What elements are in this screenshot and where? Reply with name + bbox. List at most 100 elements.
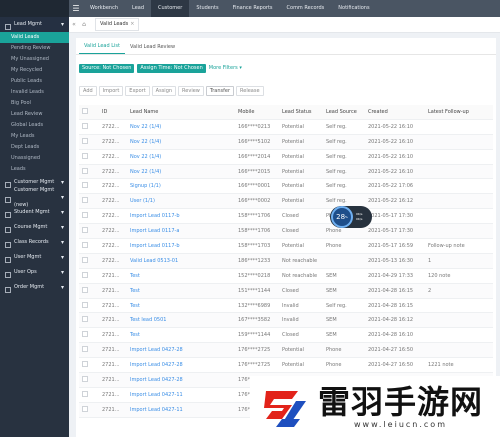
sidebar-section-5[interactable]: Class Records ▾ [0,235,69,250]
tab-valid-leads[interactable]: Valid Leads × [95,18,140,31]
table-cell[interactable]: Import Lead 0117-b [127,238,235,254]
table-cell-text[interactable]: Test lead 0501 [130,317,166,323]
table-row[interactable]: 2722... Nov 22 (1/4) 166****0213 Potential S… [79,119,493,135]
table-row[interactable]: 2722... Valid Lead 0513-01 186****1233 Not … [79,253,493,269]
table-cell[interactable]: Import Lead 0427-28 [127,357,235,374]
table-row[interactable]: 2722... Nov 22 (1/4) 166****2015 Potential S… [79,164,493,180]
table-row[interactable]: 2722... User (1/1) 166****0002 Potential Sel… [79,193,493,210]
table-cell-text[interactable]: Import Lead 0427-11 [130,407,183,413]
table-cell[interactable]: Import Lead 0427-28 [127,342,235,359]
sidebar-item-0-3[interactable]: My Recycled [0,65,69,76]
row-checkbox[interactable] [82,405,88,412]
sidebar-section-0[interactable]: Lead Mgmt ▾ [0,17,69,32]
row-checkbox[interactable] [82,197,88,204]
row-checkbox[interactable] [82,361,88,368]
table-cell-text[interactable]: Nov 22 (1/4) [130,154,161,160]
topnav-item-0[interactable]: Workbench [83,0,125,17]
subtab-valid-list[interactable]: Valid Lead List [79,43,125,54]
home-icon[interactable]: ⌂ [79,21,89,28]
table-cell-text[interactable]: Valid Lead 0513-01 [130,258,178,264]
sidebar-item-0-12[interactable]: Leads [0,164,69,175]
table-cell-text[interactable]: Nov 22 (1/4) [130,139,161,145]
table-cell-text[interactable]: Import Lead 0427-11 [130,392,183,398]
filter-chip-assign-time[interactable]: Assign Time: Not Chosen [137,63,206,73]
table-cell[interactable]: Import Lead 0427-11 [127,402,235,418]
sidebar-section-3[interactable]: Student Mgmt ▾ [0,205,69,220]
table-cell[interactable]: Import Lead 0427-11 [127,387,235,403]
filter-chip-source[interactable]: Source: Not Chosen [79,63,135,73]
sidebar-item-0-2[interactable]: My Unassigned [0,54,69,65]
row-checkbox[interactable] [82,227,88,234]
table-cell-text[interactable]: Test [130,303,140,309]
table-row[interactable]: 2721... Test lead 0501 167****3582 Invalid S… [79,312,493,329]
table-row[interactable]: 2721... Test 132****6989 Invalid Self reg. 20… [79,298,493,314]
sidebar-item-0-6[interactable]: Big Pool [0,98,69,109]
sidebar-item-0-1[interactable]: Pending Review [0,43,69,54]
table-cell-text[interactable]: User (1/1) [130,198,155,204]
speed-widget[interactable]: 28% 0K/s 0K/s [330,206,372,228]
table-cell-text[interactable]: Test [130,288,140,294]
row-checkbox[interactable] [82,346,88,353]
row-checkbox[interactable] [82,375,88,382]
table-row[interactable]: 2721... Test 159****1144 Closed SEM 2021-04-2… [79,327,493,344]
table-cell-text[interactable]: Test [130,273,140,279]
row-checkbox[interactable] [82,390,88,397]
sidebar-item-0-0[interactable]: Valid Leads [0,32,69,43]
select-all-checkbox[interactable] [82,107,88,114]
table-cell[interactable]: Nov 22 (1/4) [127,134,235,150]
table-row[interactable]: 2722... Import Lead 0117-a 158****1706 Clos… [79,223,493,240]
row-checkbox[interactable] [82,122,88,129]
sidebar-section-8[interactable]: Order Mgmt ▾ [0,280,69,295]
tab-prev-icon[interactable]: « [69,21,79,28]
topnav-item-2[interactable]: Customer [151,0,190,17]
sidebar-item-0-5[interactable]: Invalid Leads [0,87,69,98]
tab-close-icon[interactable]: × [130,19,134,30]
table-cell-text[interactable]: Test [130,332,140,338]
table-row[interactable]: 2722... Signup (1/1) 166****0001 Potential S… [79,178,493,195]
topnav-item-4[interactable]: Finance Reports [226,0,280,17]
more-filters-link[interactable]: More Filters ▾ [209,65,242,71]
sidebar-item-0-10[interactable]: Dept Leads [0,142,69,153]
sidebar-section-7[interactable]: User Ops ▾ [0,265,69,280]
action-button-0[interactable]: Add [79,86,97,96]
sidebar-section-6[interactable]: User Mgmt ▾ [0,250,69,265]
table-cell-text[interactable]: Import Lead 0117-a [130,228,179,234]
topnav-item-3[interactable]: Students [189,0,225,17]
table-cell-text[interactable]: Import Lead 0427-28 [130,362,183,368]
table-cell[interactable]: Nov 22 (1/4) [127,119,235,135]
row-checkbox[interactable] [82,331,88,338]
menu-toggle-icon[interactable]: ☰ [69,4,83,13]
action-button-5[interactable]: Transfer [205,86,234,96]
table-cell-text[interactable]: Signup (1/1) [130,183,161,189]
table-cell[interactable]: Test [127,283,235,299]
sidebar-item-0-7[interactable]: Lead Review [0,109,69,120]
row-checkbox[interactable] [82,256,88,263]
sidebar-section-2[interactable]: Customer Mgmt (new) ▾ [0,187,69,208]
sidebar-item-0-8[interactable]: Global Leads [0,120,69,131]
table-cell[interactable]: Test [127,298,235,314]
topnav-item-1[interactable]: Lead [125,0,151,17]
table-cell-text[interactable]: Nov 22 (1/4) [130,169,161,175]
table-cell[interactable]: Nov 22 (1/4) [127,149,235,165]
table-row[interactable]: 2721... Import Lead 0427-28 176****2725 Pot… [79,357,493,374]
table-cell[interactable]: Import Lead 0117-a [127,223,235,240]
table-cell-text[interactable]: Import Lead 0117-b [130,213,180,219]
table-row[interactable]: 2722... Import Lead 0117-b 158****1703 Pote… [79,238,493,254]
action-button-2[interactable]: Export [125,86,150,96]
action-button-1[interactable]: Import [98,86,124,96]
row-checkbox[interactable] [82,137,88,144]
row-checkbox[interactable] [82,316,88,323]
table-cell[interactable]: Import Lead 0427-28 [127,372,235,388]
topnav-item-5[interactable]: Comm Records [280,0,332,17]
table-cell[interactable]: Signup (1/1) [127,178,235,195]
sidebar-item-0-4[interactable]: Public Leads [0,76,69,87]
table-row[interactable]: 2721... Test 152****0218 Not reachable SEM 20… [79,268,493,284]
row-checkbox[interactable] [82,182,88,189]
topnav-item-6[interactable]: Notifications [331,0,376,17]
table-cell[interactable]: Test [127,268,235,284]
subtab-valid-review[interactable]: Valid Lead Review [125,44,180,54]
table-cell[interactable]: User (1/1) [127,193,235,210]
row-checkbox[interactable] [82,271,88,278]
table-cell-text[interactable]: Import Lead 0427-28 [130,347,183,353]
table-row[interactable]: 2721... Test 151****1144 Closed SEM 2021-04-2… [79,283,493,299]
